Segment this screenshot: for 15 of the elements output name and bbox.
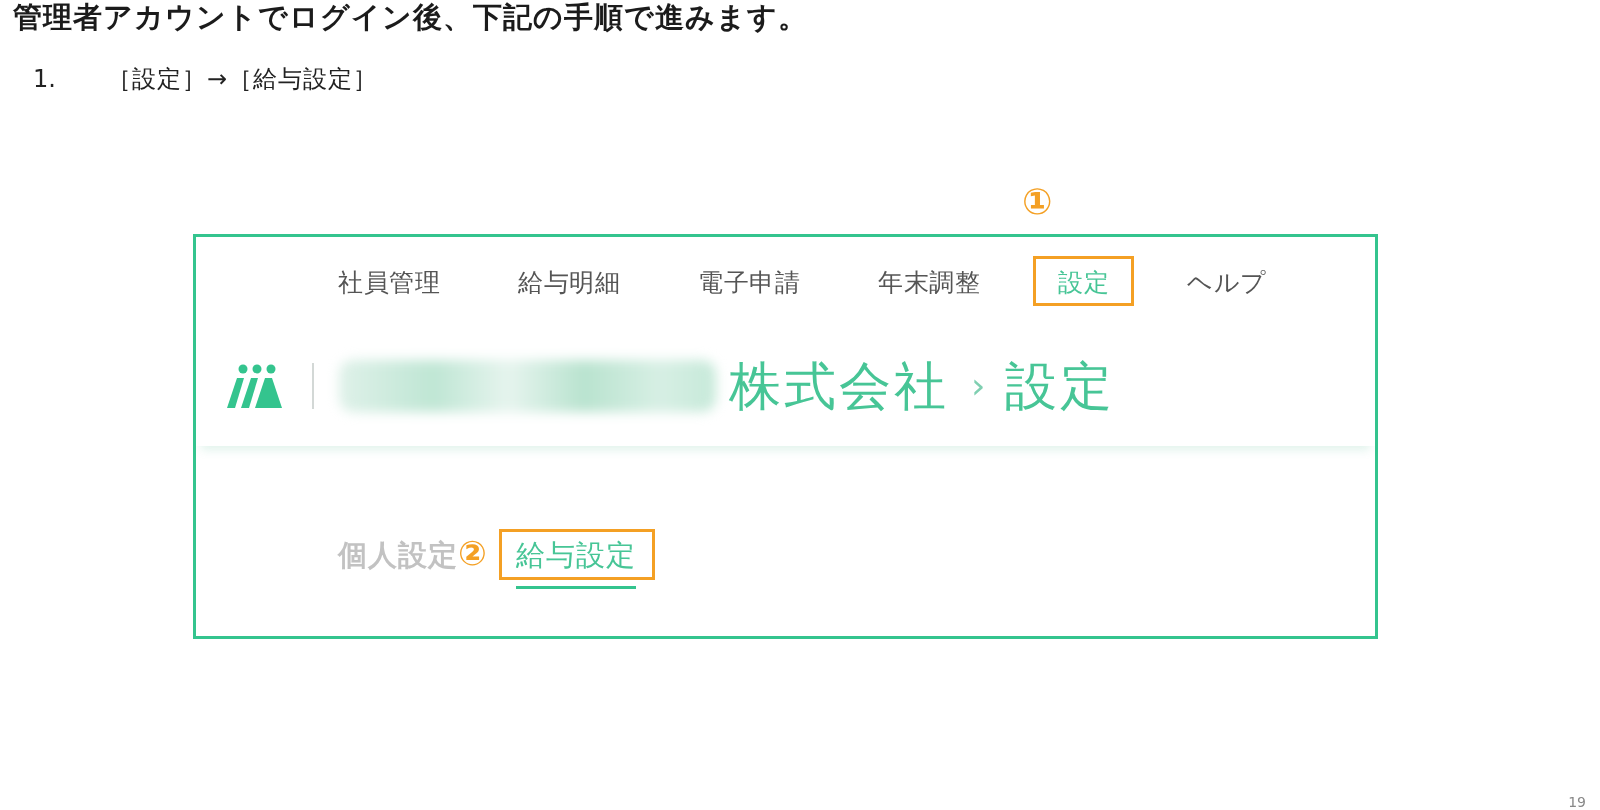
breadcrumb-separator: ›	[971, 367, 986, 404]
step-text: ［設定］→［給与設定］	[107, 64, 379, 94]
nav-tab[interactable]: ヘルプ	[1187, 269, 1267, 295]
company-name: 株式会社	[729, 359, 949, 412]
breadcrumb-current: 設定	[1005, 359, 1116, 412]
header-divider	[312, 362, 314, 409]
step-number-label: ①	[1022, 183, 1053, 220]
nav-tab[interactable]: 社員管理	[338, 269, 440, 295]
instruction-heading: 管理者アカウントでログイン後、下記の手順で進みます。	[13, 2, 809, 34]
nav-tab[interactable]: 電子申請	[698, 269, 800, 295]
step-number-label: ②	[458, 535, 487, 570]
step-number: 1.	[33, 64, 57, 94]
nav-tab[interactable]: 年末調整	[878, 269, 980, 295]
page-number: 19	[1568, 795, 1586, 809]
nav-tab[interactable]: 給与明細	[518, 269, 620, 295]
